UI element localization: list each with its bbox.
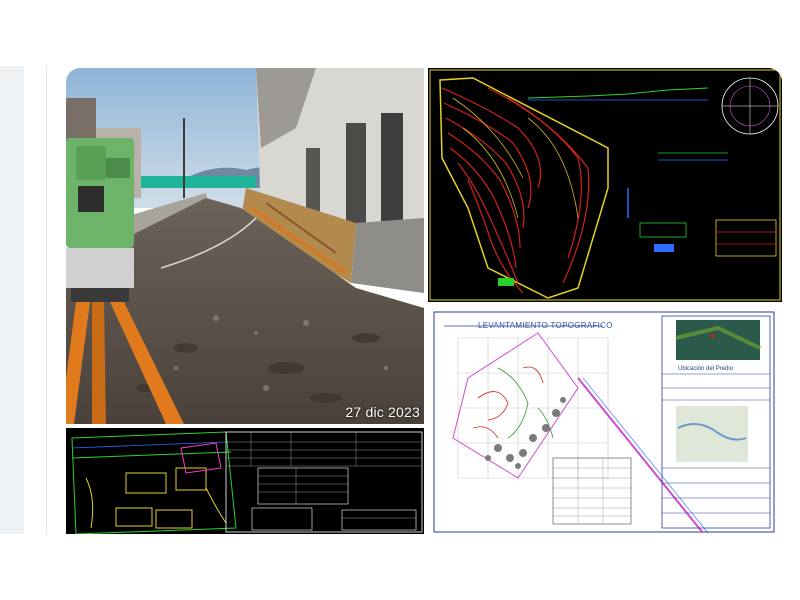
- photo-date-stamp: 27 dic 2023: [345, 404, 420, 420]
- plan-drawing: [428, 308, 782, 534]
- image-collage[interactable]: 27 dic 2023 LEVANTAMIENTO TOPOGRAFICO Ub…: [66, 68, 782, 534]
- sidebar-divider: [46, 66, 47, 534]
- plan-title: LEVANTAMIENTO TOPOGRAFICO: [478, 321, 613, 330]
- topographic-survey-plan[interactable]: LEVANTAMIENTO TOPOGRAFICO Ubicación del …: [428, 308, 782, 534]
- survey-site-photo[interactable]: 27 dic 2023: [66, 68, 424, 424]
- cad-drawing: [428, 68, 782, 302]
- cad-subdivision-plan[interactable]: [66, 428, 424, 534]
- subdivision-drawing: [66, 428, 424, 534]
- location-label: Ubicación del Predio: [678, 366, 734, 372]
- photo-scene: [66, 68, 424, 424]
- left-sidebar-strip: [0, 66, 24, 534]
- cad-contour-map[interactable]: [428, 68, 782, 302]
